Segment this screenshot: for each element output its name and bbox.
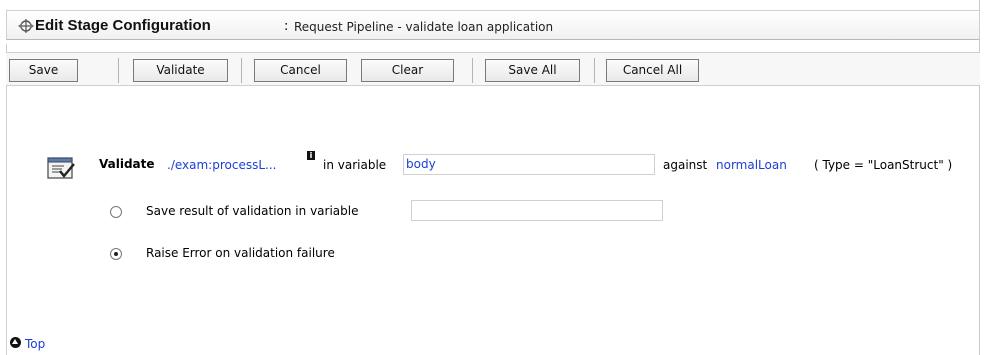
- arrow-up-icon[interactable]: [10, 337, 21, 348]
- stage-icon: [18, 19, 34, 33]
- top-link[interactable]: Top: [25, 337, 45, 351]
- frame-border-left: [6, 44, 7, 355]
- in-variable-label: in variable: [323, 158, 387, 172]
- toolbar-divider: [472, 58, 473, 83]
- type-info: ( Type = "LoanStruct" ): [814, 158, 953, 172]
- validate-label: Validate: [99, 157, 155, 171]
- page-title-bar: Edit Stage Configuration : Request Pipel…: [6, 10, 980, 40]
- validate-button[interactable]: Validate: [133, 59, 228, 82]
- schema-element-link[interactable]: normalLoan: [716, 158, 787, 172]
- save-result-radio[interactable]: [110, 206, 122, 218]
- cancel-all-button[interactable]: Cancel All: [606, 59, 699, 82]
- save-all-button[interactable]: Save All: [485, 59, 580, 82]
- title-separator: :: [284, 19, 289, 34]
- clear-button[interactable]: Clear: [361, 59, 454, 82]
- against-label: against: [663, 158, 708, 172]
- save-result-label: Save result of validation in variable: [146, 204, 359, 218]
- toolbar-divider: [118, 58, 119, 83]
- action-toolbar: Save Validate Cancel Clear Save All Canc…: [6, 52, 980, 86]
- info-icon[interactable]: i: [307, 151, 315, 160]
- raise-error-label: Raise Error on validation failure: [146, 246, 335, 260]
- toolbar-divider: [594, 58, 595, 83]
- xpath-expression-link[interactable]: ./exam:processL...: [167, 158, 276, 172]
- validate-action-icon: [47, 157, 75, 179]
- page-title: Edit Stage Configuration: [35, 17, 211, 34]
- save-button[interactable]: Save: [9, 59, 78, 82]
- page-subtitle: Request Pipeline - validate loan applica…: [294, 20, 554, 34]
- toolbar-divider: [241, 58, 242, 83]
- result-variable-input[interactable]: [411, 200, 663, 221]
- cancel-button[interactable]: Cancel: [254, 59, 347, 82]
- variable-input[interactable]: body: [403, 154, 655, 175]
- raise-error-radio[interactable]: [110, 248, 122, 260]
